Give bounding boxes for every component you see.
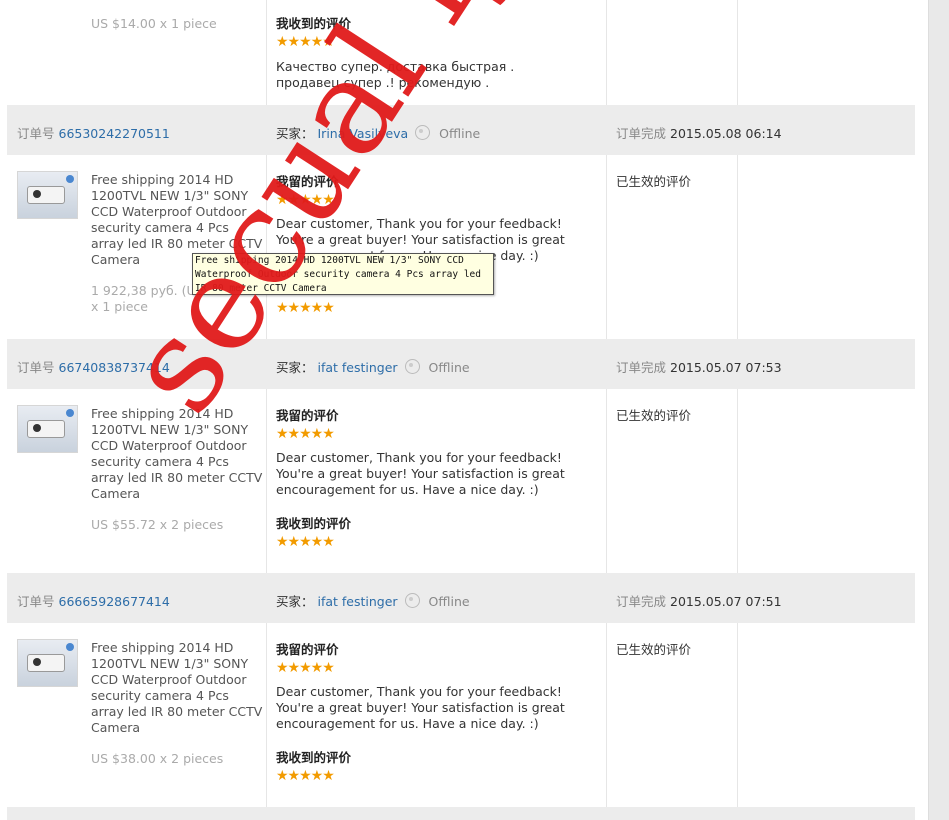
my-review-title: 我留的评价 [276, 408, 339, 423]
online-status: Offline [428, 594, 470, 609]
badge-icon [66, 175, 74, 183]
received-review-title: 我收到的评价 [276, 750, 352, 765]
rating-stars: ★★★★★ [276, 426, 335, 442]
review-status: 已生效的评价 [616, 642, 692, 657]
product-thumbnail[interactable] [17, 405, 78, 453]
rating-stars: ★★★★★ [276, 192, 335, 208]
user-status-icon [415, 125, 431, 140]
order-number-label: 订单号 [17, 126, 55, 141]
order-number-label: 订单号 [17, 594, 55, 609]
product-thumbnail[interactable] [17, 639, 78, 687]
product-name-link[interactable]: Free shipping 2014 HD 1200TVL NEW 1/3" S… [91, 406, 263, 502]
divider [737, 155, 738, 339]
buyer-link[interactable]: Irina Vasilyeva [318, 126, 409, 141]
order-complete-time: 2015.05.07 07:53 [670, 360, 782, 375]
badge-icon [66, 409, 74, 417]
order-header [7, 807, 915, 820]
rating-stars: ★★★★★ [276, 768, 335, 784]
order-number-link[interactable]: 66665928677414 [59, 594, 170, 609]
received-review-title: 我收到的评价 [276, 16, 352, 31]
buyer-link[interactable]: ifat festinger [318, 360, 398, 375]
divider [606, 389, 607, 573]
buyer-link[interactable]: ifat festinger [318, 594, 398, 609]
camera-icon [27, 186, 65, 204]
divider [266, 389, 267, 573]
product-price: US $38.00 x 2 pieces [91, 751, 224, 766]
product-tooltip: Free shipping 2014 HD 1200TVL NEW 1/3" S… [192, 253, 494, 295]
order-complete-label: 订单完成 [616, 360, 667, 375]
order-header: 订单号 66665928677414 买家： ifat festinger Of… [7, 573, 915, 623]
product-quantity: x 1 piece [91, 299, 148, 314]
product-price: US $14.00 x 1 piece [91, 16, 217, 31]
user-status-icon [404, 359, 420, 374]
divider [737, 0, 738, 105]
buyer-label: 买家： [276, 360, 314, 375]
order-complete-label: 订单完成 [616, 594, 667, 609]
review-status: 已生效的评价 [616, 408, 692, 423]
online-status: Offline [439, 126, 481, 141]
user-status-icon [404, 593, 420, 608]
order-number-link[interactable]: 66740838737414 [59, 360, 170, 375]
rating-stars: ★★★★★ [276, 660, 335, 676]
rating-stars: ★★★★★ [276, 534, 335, 550]
buyer-label: 买家： [276, 594, 314, 609]
product-thumbnail[interactable] [17, 171, 78, 219]
my-review-title: 我留的评价 [276, 642, 339, 657]
divider [737, 389, 738, 573]
scrollbar[interactable] [928, 0, 949, 820]
received-review-title: 我收到的评价 [276, 516, 352, 531]
online-status: Offline [428, 360, 470, 375]
my-review-text: Dear customer, Thank you for your feedba… [276, 684, 565, 731]
order-complete-label: 订单完成 [616, 126, 667, 141]
order-header: 订单号 66740838737414 买家： ifat festinger Of… [7, 339, 915, 389]
divider [606, 0, 607, 105]
rating-stars: ★★★★★ [276, 34, 335, 50]
camera-icon [27, 420, 65, 438]
received-review-text: Качество супер. доставка быстрая . прода… [276, 59, 515, 90]
order-number-link[interactable]: 66530242270511 [59, 126, 170, 141]
camera-icon [27, 654, 65, 672]
my-review-text: Dear customer, Thank you for your feedba… [276, 450, 565, 497]
divider [606, 155, 607, 339]
buyer-label: 买家： [276, 126, 314, 141]
badge-icon [66, 643, 74, 651]
divider [266, 623, 267, 807]
divider [266, 155, 267, 339]
divider [737, 623, 738, 807]
divider [606, 623, 607, 807]
order-number-label: 订单号 [17, 360, 55, 375]
order-header: 订单号 66530242270511 买家： Irina Vasilyeva O… [7, 105, 915, 155]
divider [266, 0, 267, 105]
rating-stars: ★★★★★ [276, 300, 335, 316]
order-complete-time: 2015.05.07 07:51 [670, 594, 782, 609]
product-price: US $55.72 x 2 pieces [91, 517, 224, 532]
my-review-title: 我留的评价 [276, 174, 339, 189]
order-complete-time: 2015.05.08 06:14 [670, 126, 782, 141]
product-name-link[interactable]: Free shipping 2014 HD 1200TVL NEW 1/3" S… [91, 640, 263, 736]
review-status: 已生效的评价 [616, 174, 692, 189]
